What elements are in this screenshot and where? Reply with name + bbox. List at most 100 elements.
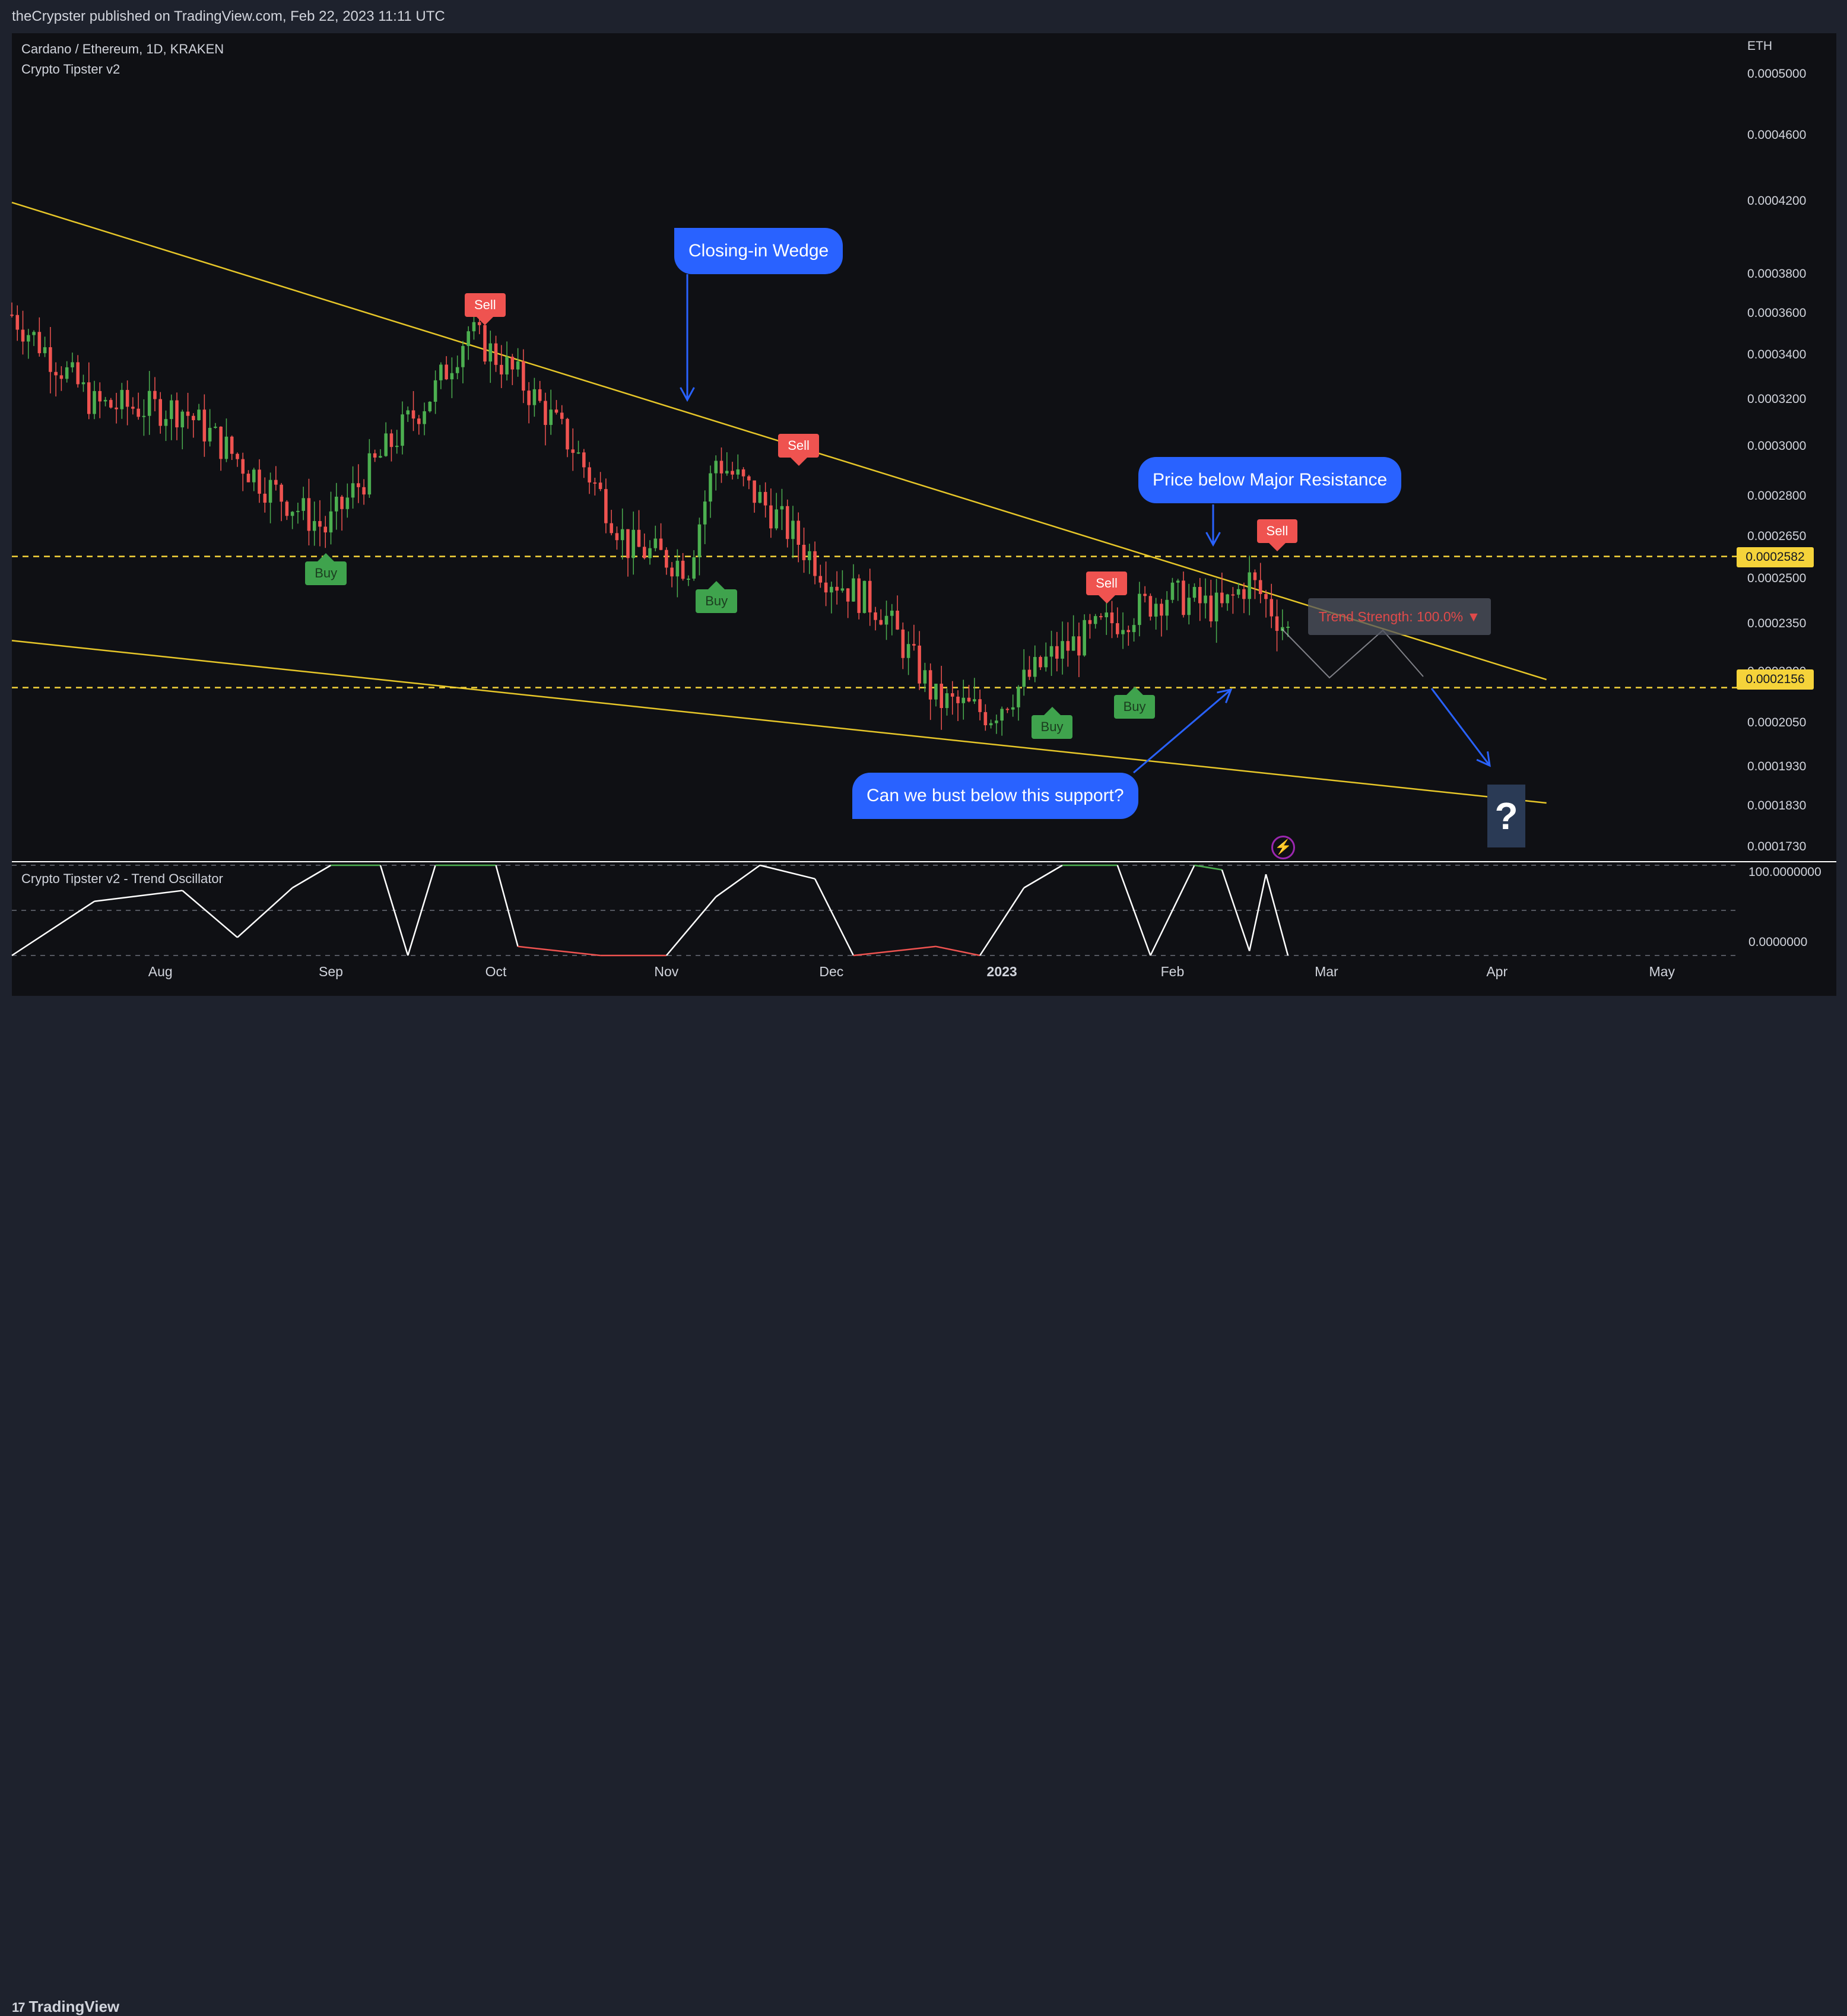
candle-body [27,335,30,342]
candle-body [208,427,212,442]
lightning-icon[interactable]: ⚡ [1271,836,1295,859]
price-tick-label: 0.0001730 [1747,839,1807,853]
candle-body [1286,627,1290,628]
candle-body [598,482,602,490]
candle-body [918,645,921,684]
candle-body [824,582,828,593]
candle-body [665,550,668,568]
candle-body [945,693,949,709]
price-tick-label: 0.0003200 [1747,392,1807,406]
oscillator-segment [979,887,1025,956]
candle-body [125,390,129,407]
candle-body [367,453,372,495]
candle-body [488,343,493,362]
candle-body [670,567,674,577]
price-tick-label: 0.0001930 [1747,760,1807,774]
oscillator-segment [760,864,815,880]
candle-body [362,487,366,495]
candle-body [549,409,553,426]
sell-signal-badge: Sell [1256,519,1298,551]
candle-body [1071,636,1075,651]
support-price-tag: 0.0002156 [1737,669,1814,690]
candle-body [65,367,69,379]
candle-body [307,498,311,531]
candle-body [785,506,789,539]
candle-body [439,364,443,380]
resistance-price-tag: 0.0002582 [1737,547,1814,567]
candle-body [274,480,278,485]
symbol-legend[interactable]: Cardano / Ethereum, 1D, KRAKEN [21,42,224,57]
candle-body [846,588,850,602]
candle-body [335,496,338,512]
buy-signal-badge: Buy [1031,707,1073,739]
candle-body [1077,636,1081,656]
candle-body [510,357,515,370]
resistance-callout[interactable]: Price below Major Resistance [1138,457,1402,503]
candle-body [103,399,107,402]
candle-body [59,375,64,379]
candle-body [983,712,988,726]
candle-body [219,426,223,459]
candle-body [445,364,448,380]
price-chart-svg[interactable] [0,0,1847,1029]
candle-body [417,418,421,424]
tradingview-logo[interactable]: 17 TradingView [12,1998,119,2016]
candle-body [411,410,415,419]
candle-body [302,498,305,511]
oscillator-segment [237,887,293,938]
candle-body [610,523,613,534]
candle-body [1093,616,1097,624]
candle-body [357,483,360,487]
candle-body [571,449,575,453]
candle-body [1000,709,1004,721]
candle-body [131,407,135,409]
candle-body [620,529,624,541]
candle-body [653,538,658,548]
candle-body [1198,587,1202,604]
candle-body [928,670,932,700]
candle-body [252,469,256,482]
candle-body [1033,657,1037,677]
oscillator-segment [1194,864,1223,871]
oscillator-segment [935,945,980,957]
candle-body [241,459,245,474]
candle-body [379,456,382,458]
oscillator-segment [1221,869,1251,951]
indicator-legend[interactable]: Crypto Tipster v2 [21,62,120,77]
candle-body [813,551,817,576]
candle-body [956,696,960,703]
candle-body [780,506,784,510]
candle-body [137,408,140,417]
candle-body [1220,592,1224,604]
candle-body [1110,612,1114,624]
candle-body [290,512,294,516]
price-tick-label: 0.0002050 [1747,716,1807,730]
candle-body [1176,580,1180,583]
wedge-callout[interactable]: Closing-in Wedge [674,228,843,274]
candle-body [285,501,289,516]
candle-body [1242,589,1246,599]
oscillator-segment [94,890,183,903]
candle-body [989,723,993,726]
time-tick-label: Nov [654,964,679,979]
candle-body [631,529,636,558]
footer-brand-text: TradingView [28,1998,120,2015]
buy-signal-badge: Buy [305,553,347,585]
candle-body [527,390,531,405]
candle-body [648,548,652,558]
candle-body [214,426,217,428]
candle-body [681,560,685,579]
candle-body [1231,594,1235,596]
candle-body [857,578,861,613]
price-tick-label: 0.0005000 [1747,67,1807,81]
candle-body [1165,599,1169,616]
candle-body [1154,604,1158,617]
currency-label: ETH [1747,39,1772,53]
candle-body [345,497,350,509]
candle-body [466,331,470,347]
candle-body [505,357,509,374]
support-callout[interactable]: Can we bust below this support? [852,773,1138,819]
question-mark-box[interactable]: ? [1487,785,1525,847]
oscillator-legend[interactable]: Crypto Tipster v2 - Trend Oscillator [21,871,223,887]
candle-body [1083,620,1086,656]
